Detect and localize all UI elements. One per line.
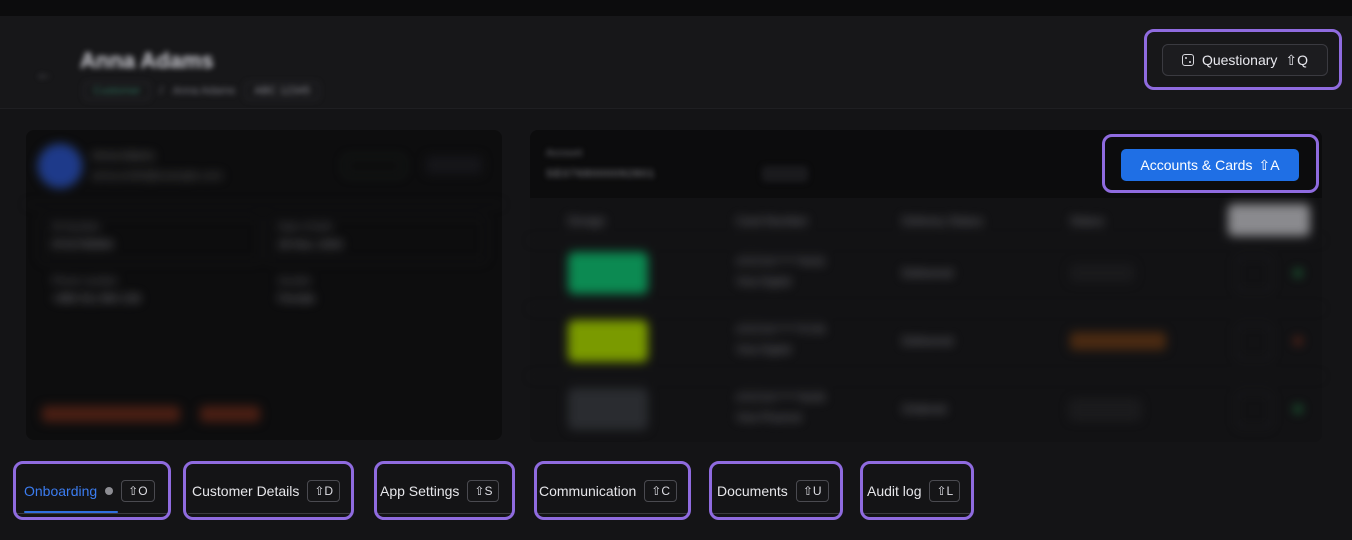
field-gender: Gender Female	[278, 276, 315, 305]
field-label: Phone number	[52, 276, 118, 287]
profile-divider	[26, 204, 502, 205]
tab-audit-log[interactable]: Audit log ⇧L	[867, 478, 961, 504]
account-chip	[762, 166, 808, 182]
breadcrumb-name: Anna Adams	[172, 85, 236, 97]
customer-profile-panel: Anna Adams anna.smith@example.com ID Num…	[26, 130, 502, 440]
warning-badge	[42, 406, 180, 422]
dice-icon	[1181, 54, 1194, 66]
tab-label: App Settings	[380, 483, 460, 499]
field-label: Gender	[278, 276, 312, 287]
status-badge	[1070, 264, 1134, 282]
tab-communication[interactable]: Communication ⇧C	[539, 478, 677, 504]
card-type: Visa Digital	[736, 344, 791, 356]
card-design-image	[568, 320, 648, 362]
customer-status-chip: Customer	[84, 82, 150, 100]
card-type: Visa Physical	[736, 412, 802, 424]
card-number: 4707XX******6035	[736, 392, 826, 404]
row-divider	[530, 308, 1322, 309]
column-header-status: Status	[1070, 214, 1105, 228]
field-value: +886 911 884 238	[52, 293, 141, 305]
status-dot	[1294, 405, 1302, 413]
row-action-button[interactable]	[1236, 256, 1272, 292]
questionary-shortcut: ⇧Q	[1285, 51, 1309, 68]
field-id-number: ID Number 8702780894	[52, 222, 113, 251]
card-number-cell: 4707XX******5735 Visa Digital	[736, 320, 825, 360]
tab-customer-details[interactable]: Customer Details ⇧D	[192, 478, 341, 504]
column-header-card-number: Card Number	[736, 214, 809, 228]
tab-label: Communication	[539, 483, 637, 499]
customer-id-chip: ABC 12345	[245, 82, 320, 100]
customer-name: Anna Adams	[80, 48, 214, 73]
tab-shortcut: ⇧O	[121, 480, 155, 502]
card-design-image	[568, 252, 648, 294]
tab-shortcut: ⇧S	[467, 480, 500, 502]
window-top-strip	[0, 0, 1352, 16]
row-divider	[530, 240, 1322, 241]
profile-name: Anna Adams	[92, 150, 155, 162]
column-header-delivery-status: Delivery Status	[902, 214, 983, 228]
account-label: Account	[546, 148, 583, 159]
tab-onboarding[interactable]: Onboarding ⇧O	[24, 478, 155, 504]
card-type: Visa Digital	[736, 276, 791, 288]
tab-documents[interactable]: Documents ⇧U	[717, 478, 829, 504]
breadcrumb: Customer / Anna Adams ABC 12345	[84, 82, 320, 100]
tab-label: Customer Details	[192, 483, 300, 499]
table-header-button[interactable]	[1228, 204, 1310, 236]
status-dot-icon	[105, 487, 114, 495]
field-label: Date of birth	[278, 222, 333, 233]
profile-email: anna.smith@example.com	[92, 170, 223, 182]
column-header-design: Design	[568, 214, 606, 228]
accounts-cards-button[interactable]: Accounts & Cards ⇧A	[1121, 149, 1299, 181]
row-action-button[interactable]	[1236, 324, 1272, 360]
field-value: Female	[278, 293, 315, 305]
status-dot	[1294, 269, 1302, 277]
profile-action-pill[interactable]	[426, 156, 482, 174]
tab-label: Documents	[717, 483, 788, 499]
delivery-status: Delivered	[902, 266, 953, 280]
status-badge	[1070, 332, 1166, 350]
tab-shortcut: ⇧D	[307, 480, 341, 502]
row-action-button[interactable]	[1236, 392, 1272, 428]
field-date-of-birth: Date of birth 28 Nov, 2000	[278, 222, 343, 251]
tab-shortcut: ⇧U	[795, 480, 829, 502]
warning-badge	[200, 406, 260, 422]
field-value: 28 Nov, 2000	[278, 239, 343, 251]
delivery-status: Delivered	[902, 334, 953, 348]
status-badge	[1070, 400, 1140, 420]
tab-shortcut: ⇧L	[929, 480, 961, 502]
breadcrumb-separator: /	[159, 85, 163, 97]
tab-label: Audit log	[867, 483, 922, 499]
accounts-cards-shortcut: ⇧A	[1258, 156, 1280, 173]
active-tab-indicator	[24, 511, 118, 513]
card-number: 4707XX******5735	[736, 324, 826, 336]
row-divider	[530, 376, 1322, 377]
delivery-status: Ordered	[902, 402, 947, 416]
field-phone-number: Phone number +886 911 884 238	[52, 276, 140, 305]
profile-status-pill	[344, 156, 404, 176]
accounts-cards-label: Accounts & Cards	[1140, 157, 1253, 173]
tab-app-settings[interactable]: App Settings ⇧S	[380, 478, 500, 504]
questionary-button[interactable]: Questionary ⇧Q	[1162, 44, 1328, 76]
back-arrow-icon[interactable]: ←	[36, 66, 52, 84]
card-number-cell: 4707XX******6035 Visa Physical	[736, 388, 825, 428]
questionary-button-label: Questionary	[1201, 52, 1278, 68]
field-label: ID Number	[52, 222, 101, 233]
card-design-image	[568, 388, 648, 430]
tab-shortcut: ⇧C	[644, 480, 677, 502]
tab-label: Onboarding	[24, 483, 98, 499]
avatar	[40, 146, 80, 186]
field-value: 8702780894	[52, 239, 114, 251]
status-dot	[1294, 337, 1302, 345]
card-number-cell: 4707XX******6032 Visa Digital	[736, 252, 825, 292]
account-number: SE0768000092801	[546, 168, 656, 180]
card-number: 4707XX******6032	[736, 256, 826, 268]
